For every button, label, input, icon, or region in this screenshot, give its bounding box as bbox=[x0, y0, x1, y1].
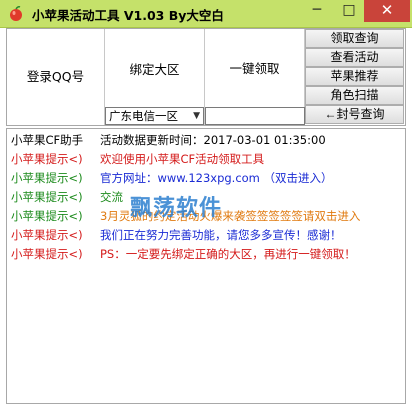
log-message: 活动数据更新时间：2017-03-01 01:35:00 bbox=[100, 133, 326, 147]
minimize-button[interactable]: ─ bbox=[300, 0, 334, 22]
official-site-link[interactable]: 官方网址：www.123xpg.com （双击进入） bbox=[100, 169, 333, 188]
app-logo-icon bbox=[10, 6, 22, 21]
log-sender: 小苹果提示<) bbox=[11, 152, 83, 166]
control-panel: 登录QQ号 绑定大区 一键领取 广东电信一区 ▼ 领取查询 查看活动 苹果推荐 … bbox=[6, 28, 406, 126]
claim-query-button[interactable]: 领取查询 bbox=[305, 29, 404, 48]
ban-query-input[interactable] bbox=[205, 107, 305, 125]
log-message: 欢迎使用小苹果CF活动领取工具 bbox=[100, 152, 265, 166]
area-select[interactable]: 广东电信一区 ▼ bbox=[105, 107, 204, 125]
log-message: 我们正在努力完善功能，请您多多宣传！感谢！ bbox=[100, 228, 342, 242]
log-sender: 小苹果提示<) bbox=[11, 190, 83, 204]
login-qq-button[interactable]: 登录QQ号 bbox=[7, 29, 105, 125]
log-message: PS：一定要先绑定正确的大区，再进行一键领取！ bbox=[100, 247, 356, 261]
one-click-claim-label: 一键领取 bbox=[229, 61, 280, 76]
watermark-logo: 飘荡软件 bbox=[130, 196, 223, 221]
log-row: 小苹果提示<) 我们正在努力完善功能，请您多多宣传！感谢！ bbox=[7, 226, 405, 245]
log-sender: 小苹果CF助手 bbox=[11, 133, 84, 147]
message-log[interactable]: 小苹果CF助手 活动数据更新时间：2017-03-01 01:35:00 小苹果… bbox=[6, 128, 406, 404]
log-row[interactable]: 小苹果提示<) 官方网址：www.123xpg.com （双击进入） bbox=[7, 169, 405, 188]
title-bar[interactable]: 小苹果活动工具 V1.03 By大空白 ─ □ ✕ bbox=[0, 0, 412, 28]
maximize-button[interactable]: □ bbox=[334, 0, 364, 22]
log-sender: 小苹果提示<) bbox=[11, 209, 83, 223]
apple-recommend-button[interactable]: 苹果推荐 bbox=[305, 67, 404, 86]
side-button-column: 领取查询 查看活动 苹果推荐 角色扫描 ←封号查询 bbox=[305, 29, 405, 124]
area-select-value: 广东电信一区 bbox=[109, 109, 178, 123]
app-window: 小苹果活动工具 V1.03 By大空白 ─ □ ✕ 登录QQ号 绑定大区 一键领… bbox=[0, 0, 412, 412]
chevron-down-icon[interactable]: ▼ bbox=[193, 108, 200, 124]
role-scan-button[interactable]: 角色扫描 bbox=[305, 86, 404, 105]
view-activities-button[interactable]: 查看活动 bbox=[305, 48, 404, 67]
login-qq-label: 登录QQ号 bbox=[26, 69, 85, 84]
window-title: 小苹果活动工具 V1.03 By大空白 bbox=[32, 8, 224, 23]
ban-query-button[interactable]: ←封号查询 bbox=[305, 105, 404, 124]
log-message: 交流 bbox=[100, 190, 123, 204]
close-button[interactable]: ✕ bbox=[364, 0, 410, 22]
log-row: 小苹果CF助手 活动数据更新时间：2017-03-01 01:35:00 bbox=[7, 131, 405, 150]
log-sender: 小苹果提示<) bbox=[11, 247, 83, 261]
log-row: 小苹果提示<) 欢迎使用小苹果CF活动领取工具 bbox=[7, 150, 405, 169]
log-row: 小苹果提示<) PS：一定要先绑定正确的大区，再进行一键领取！ bbox=[7, 245, 405, 264]
bind-area-label: 绑定大区 bbox=[129, 62, 180, 77]
log-sender: 小苹果提示<) bbox=[11, 171, 83, 185]
log-sender: 小苹果提示<) bbox=[11, 228, 83, 242]
